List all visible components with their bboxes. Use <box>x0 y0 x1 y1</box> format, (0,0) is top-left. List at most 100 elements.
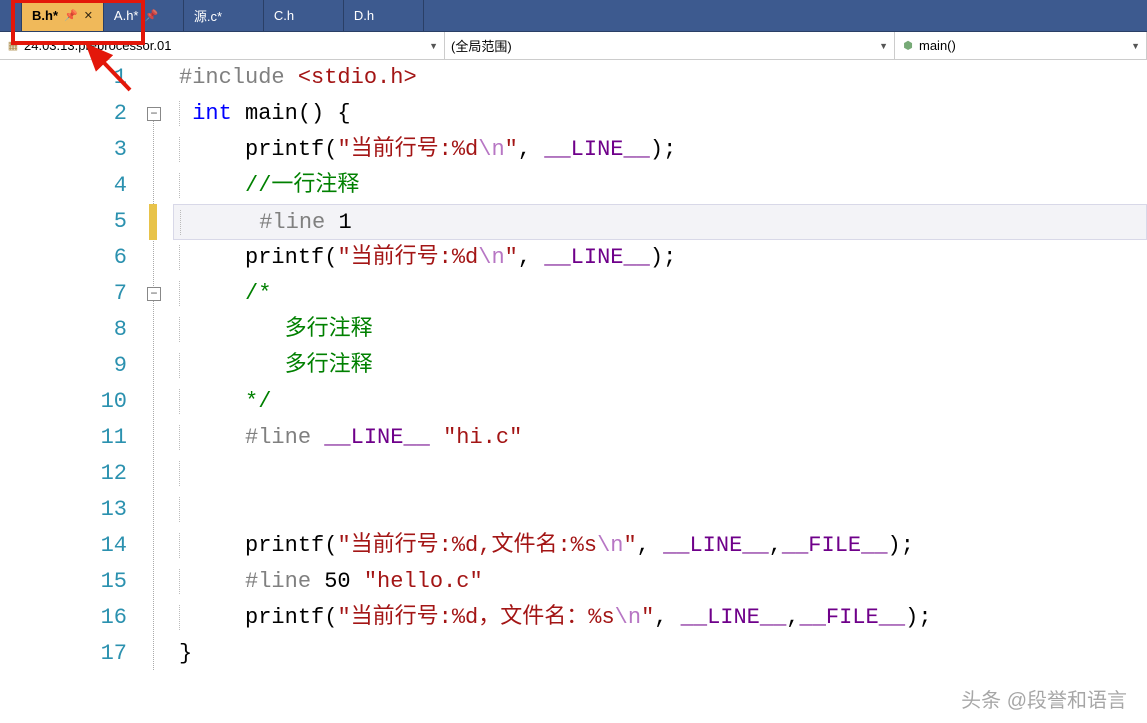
token-mac: __LINE__ <box>681 605 787 630</box>
line-number: 13 <box>0 492 127 528</box>
token-txt <box>192 245 245 270</box>
token-txt <box>232 101 245 126</box>
chevron-down-icon: ▼ <box>429 41 438 51</box>
line-number: 7 <box>0 276 127 312</box>
side-tab-handle[interactable] <box>0 0 22 31</box>
token-txt: } <box>179 641 192 666</box>
scope-label: (全局范围) <box>451 36 512 55</box>
token-txt: , <box>654 605 680 630</box>
token-txt: ); <box>888 533 914 558</box>
token-txt: , <box>769 533 782 558</box>
token-esc: \n <box>615 605 641 630</box>
fold-toggle-icon[interactable]: − <box>147 107 161 121</box>
token-txt <box>192 533 245 558</box>
symbol-label: main() <box>919 38 956 53</box>
tab-label: C.h <box>274 8 294 23</box>
token-txt: ); <box>650 137 676 162</box>
token-txt <box>430 425 443 450</box>
token-str: "hello.c" <box>364 569 483 594</box>
code-line[interactable] <box>175 456 1147 492</box>
tab-source-c[interactable]: 源.c* <box>184 0 264 31</box>
token-esc: \n <box>478 245 504 270</box>
token-cmt: */ <box>245 389 271 414</box>
close-icon[interactable]: ✕ <box>84 9 93 22</box>
code-editor[interactable]: 1234567891011121314151617 −− #include <s… <box>0 60 1147 723</box>
token-mac: __LINE__ <box>324 425 430 450</box>
code-line[interactable]: #include <stdio.h> <box>175 60 1147 96</box>
token-txt <box>192 137 245 162</box>
code-line[interactable]: //一行注释 <box>175 168 1147 204</box>
token-txt: ); <box>905 605 931 630</box>
code-line[interactable] <box>175 492 1147 528</box>
token-txt <box>192 317 284 342</box>
tab-c-h[interactable]: C.h <box>264 0 344 31</box>
fold-column: −− <box>145 60 167 723</box>
line-number: 16 <box>0 600 127 636</box>
scope-selector[interactable]: (全局范围) ▼ <box>445 32 895 59</box>
code-line[interactable]: } <box>175 636 1147 672</box>
line-number: 4 <box>0 168 127 204</box>
line-number: 1 <box>0 60 127 96</box>
code-line[interactable]: printf("当前行号:%d\n", __LINE__); <box>175 240 1147 276</box>
code-line[interactable]: int main() { <box>175 96 1147 132</box>
code-line[interactable]: printf("当前行号:%d，文件名：%s\n", __LINE__,__FI… <box>175 600 1147 636</box>
navigation-bar: ▦ 24.03.13.preprocessor.01 ▼ (全局范围) ▼ ⬢ … <box>0 32 1147 60</box>
code-line[interactable]: #line 50 "hello.c" <box>175 564 1147 600</box>
token-str: "当前行号:%d <box>337 137 478 162</box>
token-txt: , <box>518 245 544 270</box>
tab-a-h[interactable]: A.h* 📌 <box>104 0 184 31</box>
token-cmt: //一行注释 <box>245 173 359 198</box>
code-line[interactable]: /* <box>175 276 1147 312</box>
pin-icon[interactable]: 📌 <box>145 9 159 22</box>
tab-d-h[interactable]: D.h <box>344 0 424 31</box>
token-num: 50 <box>324 569 350 594</box>
line-number: 10 <box>0 384 127 420</box>
code-line[interactable]: 多行注释 <box>175 312 1147 348</box>
token-str: "当前行号:%d <box>337 245 478 270</box>
token-txt <box>351 569 364 594</box>
token-txt <box>311 569 324 594</box>
token-txt: ( <box>324 605 337 630</box>
symbol-selector[interactable]: ⬢ main() ▼ <box>895 32 1147 59</box>
pin-icon[interactable]: 📌 <box>64 9 78 22</box>
code-area[interactable]: #include <stdio.h> int main() { printf("… <box>175 60 1147 723</box>
token-cmt: /* <box>245 281 271 306</box>
code-line[interactable]: printf("当前行号:%d,文件名:%s\n", __LINE__,__FI… <box>175 528 1147 564</box>
code-line[interactable]: #line 1 <box>173 204 1147 240</box>
code-line[interactable]: printf("当前行号:%d\n", __LINE__); <box>175 132 1147 168</box>
token-str: "hi.c" <box>443 425 522 450</box>
token-txt <box>192 173 245 198</box>
code-line[interactable]: 多行注释 <box>175 348 1147 384</box>
line-number: 14 <box>0 528 127 564</box>
token-str: " <box>505 137 518 162</box>
token-pp: #line <box>245 425 311 450</box>
change-indicator-column <box>167 60 175 723</box>
token-txt: () { <box>298 101 351 126</box>
token-str: "当前行号:%d，文件名：%s <box>337 605 614 630</box>
token-mac: __LINE__ <box>544 245 650 270</box>
line-number: 12 <box>0 456 127 492</box>
tab-b-h[interactable]: B.h* 📌 ✕ <box>22 0 104 31</box>
tab-label: D.h <box>354 8 374 23</box>
line-number: 3 <box>0 132 127 168</box>
token-fn: printf <box>245 605 324 630</box>
token-pp: #line <box>245 569 311 594</box>
line-number: 11 <box>0 420 127 456</box>
project-icon: ▦ <box>6 39 20 53</box>
token-mac: __LINE__ <box>663 533 769 558</box>
tab-label: B.h* <box>32 8 58 23</box>
token-pp: #include <box>179 65 298 90</box>
project-label: 24.03.13.preprocessor.01 <box>24 38 171 53</box>
project-selector[interactable]: ▦ 24.03.13.preprocessor.01 ▼ <box>0 32 445 59</box>
token-cmt: 多行注释 <box>285 317 373 342</box>
tab-label: 源.c* <box>194 6 222 25</box>
code-line[interactable]: */ <box>175 384 1147 420</box>
code-line[interactable]: #line __LINE__ "hi.c" <box>175 420 1147 456</box>
token-mac: __LINE__ <box>544 137 650 162</box>
token-txt <box>192 281 245 306</box>
token-num: 1 <box>338 210 351 235</box>
line-number: 2 <box>0 96 127 132</box>
token-fn: printf <box>245 137 324 162</box>
token-txt <box>325 210 338 235</box>
fold-toggle-icon[interactable]: − <box>147 287 161 301</box>
